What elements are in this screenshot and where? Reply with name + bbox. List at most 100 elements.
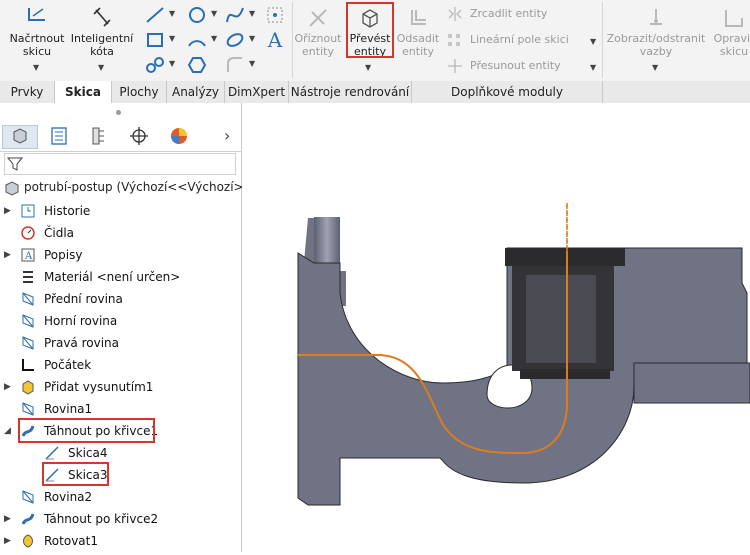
right-outlet xyxy=(633,362,750,404)
collapse-arrow-icon[interactable]: ◢ xyxy=(4,420,14,442)
slot-tool-caret[interactable]: ▼ xyxy=(169,59,175,68)
cap-shine xyxy=(526,275,596,363)
tab-dimxpert[interactable]: DimXpert xyxy=(225,81,289,103)
convert-entities-highlight xyxy=(346,2,394,58)
revolve-icon xyxy=(23,534,33,548)
panel-more-arrow[interactable]: › xyxy=(224,126,230,145)
fillet-tool-icon[interactable] xyxy=(224,54,246,76)
linear-pattern-button[interactable]: Lineární pole skici xyxy=(470,33,569,46)
tab-plochy[interactable]: Plochy xyxy=(112,81,167,103)
arc-tool-icon[interactable] xyxy=(186,29,208,51)
configuration-manager-tab[interactable] xyxy=(82,125,118,149)
sketch-icon xyxy=(28,8,45,21)
smart-dimension-label-2: kóta xyxy=(90,45,114,58)
command-manager-ribbon: Načrtnout skicu ▼ Inteligentní kóta ▼ ▼ … xyxy=(0,0,750,82)
property-manager-tab[interactable] xyxy=(42,125,78,149)
line-tool-icon[interactable] xyxy=(144,4,166,26)
expand-arrow-icon[interactable]: ▶ xyxy=(4,244,14,266)
tab-prvky[interactable]: Prvky xyxy=(0,81,55,103)
feature-tree-icon xyxy=(13,128,27,144)
ellipse-tool-icon[interactable] xyxy=(224,29,246,51)
configuration-icon xyxy=(92,127,104,145)
move-entities-icon xyxy=(448,59,462,73)
tree-filter-bar[interactable] xyxy=(4,153,236,175)
tree-item-label: Popisy xyxy=(44,248,83,262)
sketch-label-1: Načrtnout xyxy=(9,32,65,45)
ribbon-separator xyxy=(602,2,603,78)
repair-sketch-button[interactable]: Opravit skicu xyxy=(708,6,750,58)
relations-label-2: vazby xyxy=(639,45,673,58)
sensors-icon xyxy=(21,226,35,240)
tab-analyzy[interactable]: Analýzy xyxy=(167,81,225,103)
spline-tool-icon[interactable] xyxy=(224,4,246,26)
feature-manager-panel: › potrubí-postup (Výchozí<<Výchozí>_Sta … xyxy=(0,103,269,552)
polygon-tool-icon[interactable] xyxy=(186,54,208,76)
svg-text:A: A xyxy=(24,251,33,262)
part-root-label: potrubí-postup (Výchozí<<Výchozí>_Sta xyxy=(24,180,270,194)
offset-label-2: entity xyxy=(402,45,434,58)
sketch-icon xyxy=(45,446,59,460)
move-entities-caret[interactable]: ▼ xyxy=(590,63,596,72)
expand-arrow-icon[interactable]: ▶ xyxy=(4,200,14,222)
convert-entities-caret[interactable]: ▼ xyxy=(365,63,371,72)
feature-manager-tab[interactable] xyxy=(2,125,38,149)
trim-label-2: entity xyxy=(302,45,334,58)
slot-tool-icon[interactable] xyxy=(144,54,166,76)
tab-solidworks-addins[interactable]: Doplňkové moduly SOLIDWORKS xyxy=(412,81,603,121)
material-icon xyxy=(23,271,33,283)
sketch-button[interactable]: Načrtnout skicu xyxy=(6,6,68,58)
point-tool-icon[interactable] xyxy=(264,4,286,26)
repair-label-1: Opravit xyxy=(713,32,750,45)
expand-arrow-icon[interactable]: ▶ xyxy=(4,376,14,398)
property-icon xyxy=(51,127,67,145)
offset-icon xyxy=(411,10,426,25)
linear-pattern-caret[interactable]: ▼ xyxy=(590,37,596,46)
expand-arrow-icon[interactable]: ▶ xyxy=(4,508,14,530)
move-entities-button[interactable]: Přesunout entity xyxy=(470,59,561,72)
circle-tool-caret[interactable]: ▼ xyxy=(211,9,217,18)
ellipse-tool-caret[interactable]: ▼ xyxy=(249,34,255,43)
cap-top xyxy=(505,248,625,266)
mirror-entities-button[interactable]: Zrcadlit entity xyxy=(470,7,547,20)
arc-tool-caret[interactable]: ▼ xyxy=(211,34,217,43)
sketch-caret[interactable]: ▼ xyxy=(33,63,39,72)
tree-item-label: Počátek xyxy=(44,358,92,372)
offset-entities-button[interactable]: Odsadit entity xyxy=(396,6,440,58)
sweep1-highlight xyxy=(18,418,155,443)
plane-icon xyxy=(22,490,34,504)
panel-resize-grip[interactable] xyxy=(0,103,241,123)
dimxpert-manager-tab[interactable] xyxy=(122,125,158,149)
rectangle-tool-icon[interactable] xyxy=(144,29,166,51)
tree-item-label: Čidla xyxy=(44,226,75,240)
smart-dimension-caret[interactable]: ▼ xyxy=(98,63,104,72)
relations-label-1: Zobrazit/odstranit xyxy=(606,32,706,45)
line-tool-caret[interactable]: ▼ xyxy=(169,9,175,18)
plane-icon xyxy=(22,314,34,328)
tree-item-label: Skica4 xyxy=(68,446,108,460)
tab-render-tools[interactable]: Nástroje rendrování xyxy=(289,81,412,103)
tree-item-label: Rotovat1 xyxy=(44,534,98,548)
trim-entities-button[interactable]: Oříznout entity xyxy=(294,6,342,58)
circle-tool-icon[interactable] xyxy=(186,4,208,26)
spline-tool-caret[interactable]: ▼ xyxy=(249,9,255,18)
fillet-tool-caret[interactable]: ▼ xyxy=(249,59,255,68)
display-manager-tab[interactable] xyxy=(162,125,198,149)
origin-icon xyxy=(22,359,34,371)
filter-icon xyxy=(7,157,23,171)
graphics-area[interactable] xyxy=(242,103,750,552)
relations-caret[interactable]: ▼ xyxy=(652,63,658,72)
pipe-model-view[interactable] xyxy=(242,103,750,552)
linear-pattern-icon xyxy=(448,34,460,46)
tree-item-label: Materiál <není určen> xyxy=(44,270,181,284)
smart-dimension-button[interactable]: Inteligentní kóta xyxy=(66,6,138,58)
part-icon xyxy=(5,181,19,196)
plane-icon xyxy=(22,292,34,306)
expand-arrow-icon[interactable]: ▶ xyxy=(4,530,14,552)
rectangle-tool-caret[interactable]: ▼ xyxy=(169,34,175,43)
display-delete-relations-button[interactable]: Zobrazit/odstranit vazby xyxy=(606,6,706,58)
sketch-label-2: skicu xyxy=(22,45,52,58)
text-tool-icon[interactable]: A xyxy=(264,29,286,51)
tree-item-label: Táhnout po křivce2 xyxy=(44,512,159,526)
tab-skica[interactable]: Skica xyxy=(55,81,112,104)
tree-item-label: Rovina2 xyxy=(44,490,93,504)
